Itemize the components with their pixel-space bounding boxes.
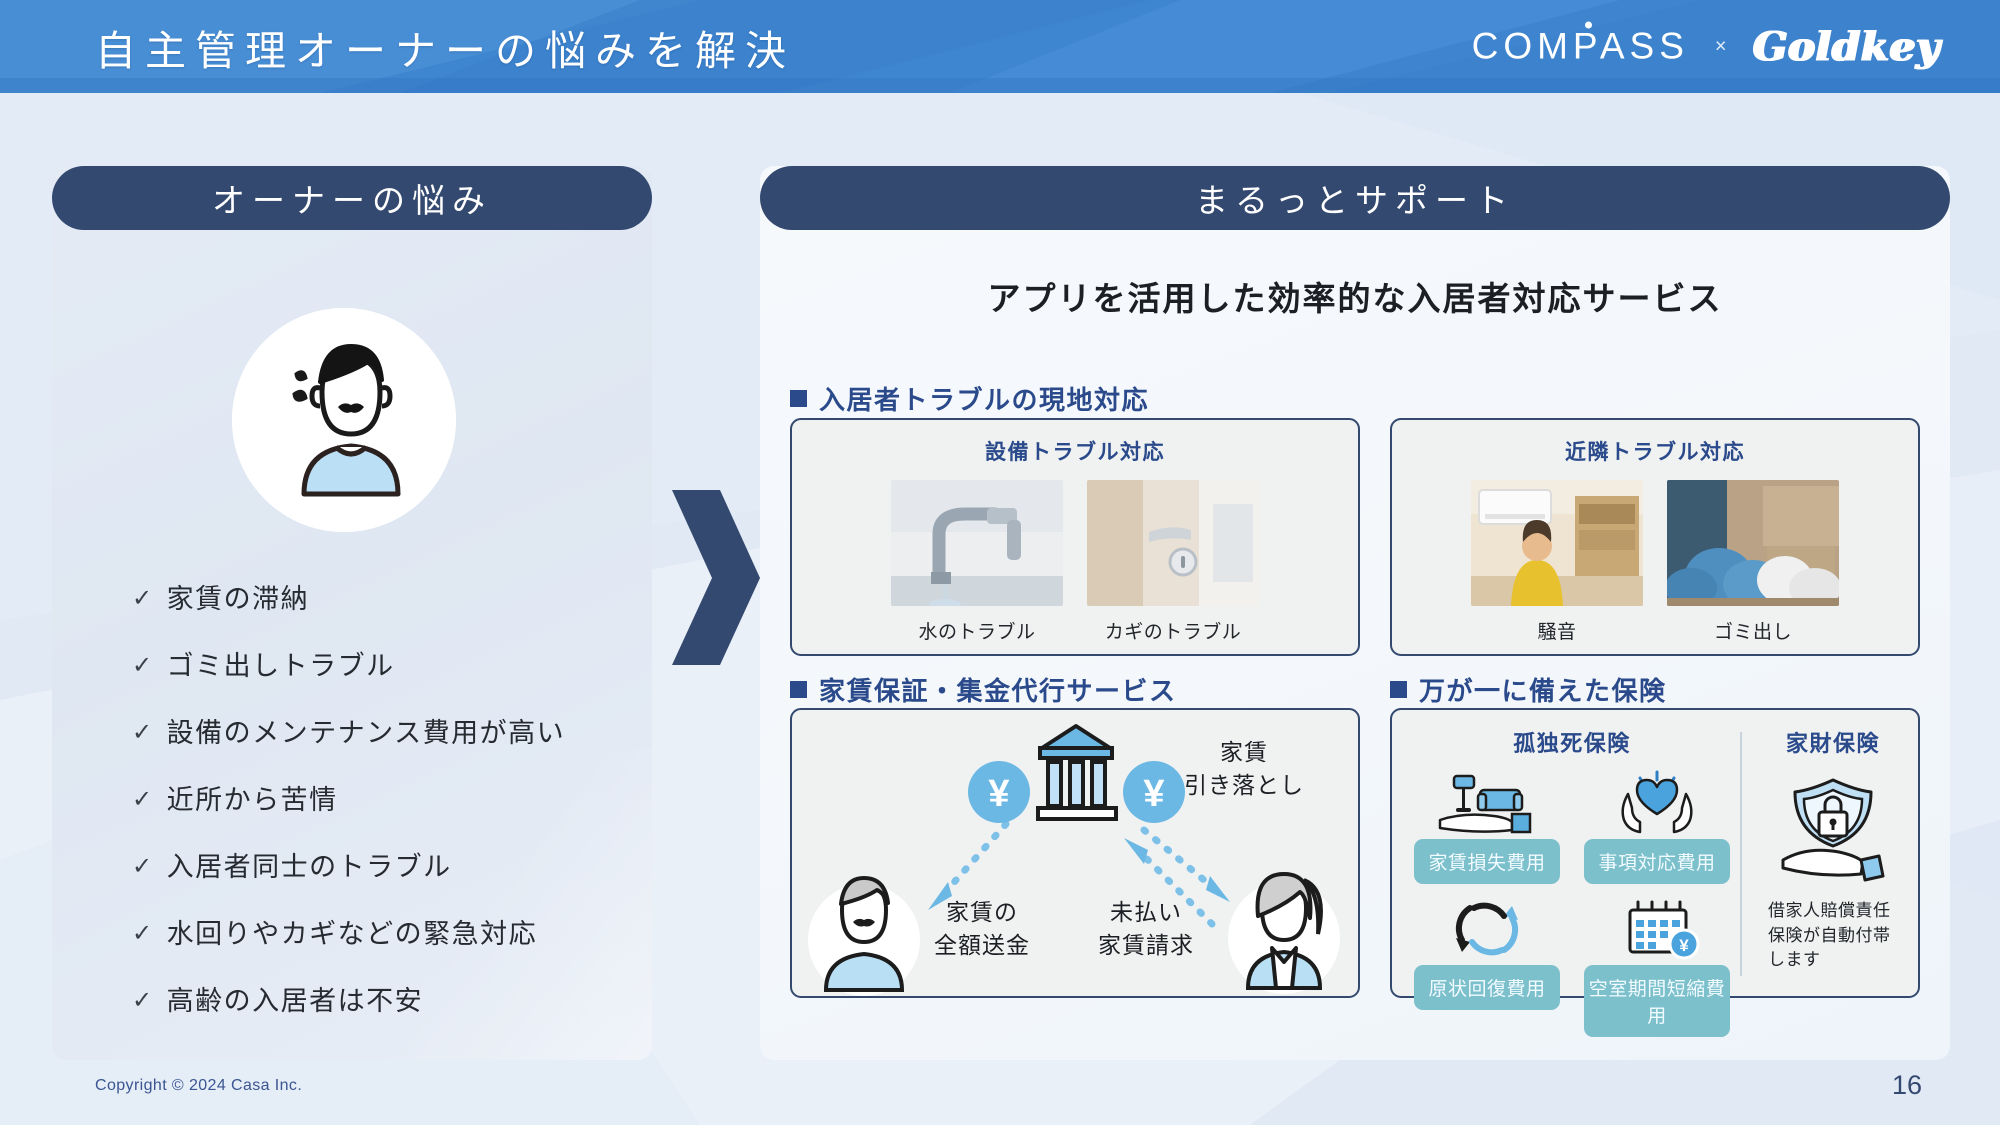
card-title: 設備トラブル対応 (985, 441, 1165, 464)
label-unpaid-rent-claim: 未払い 家賃請求 (1098, 899, 1194, 959)
insurance-column-divider (1740, 732, 1742, 976)
check-icon: ✓ (132, 652, 154, 680)
list-item-label: 入居者同士のトラブル (166, 852, 452, 883)
worried-owner-avatar (232, 308, 456, 532)
svg-text:¥: ¥ (1679, 936, 1689, 955)
label-full-remittance: 家賃の 全額送金 (934, 899, 1030, 959)
card-rent-guarantee-diagram: ¥ ¥ 家賃 引き落とし 家賃の 全額送金 未払い 家賃請求 (790, 708, 1360, 998)
list-item-label: 設備のメンテナンス費用が高い (166, 718, 566, 749)
list-item-label: 水回りやカギなどの緊急対応 (166, 919, 538, 950)
noise-photo (1471, 480, 1643, 606)
insurance-item: 家賃損失費用 (1414, 768, 1560, 884)
logo-separator-icon: × (1714, 35, 1727, 57)
owner-issues-list: ✓ 家賃の滞納 ✓ ゴミ出しトラブル ✓ 設備のメンテナンス費用が高い ✓ 近所… (132, 584, 602, 1017)
list-item-label: 高齢の入居者は不安 (166, 986, 424, 1017)
check-icon: ✓ (132, 853, 154, 881)
check-icon: ✓ (132, 786, 154, 814)
list-item-label: 家賃の滞納 (166, 584, 310, 614)
furniture-on-hand-icon (1438, 774, 1532, 834)
insurance-badge: 家賃損失費用 (1414, 839, 1560, 884)
square-bullet-icon (790, 390, 807, 407)
label-rent-withdrawal: 家賃 引き落とし (1184, 739, 1304, 799)
insurance-badge: 空室期間短縮費用 (1584, 965, 1730, 1037)
insurance-col-title: 家財保険 (1785, 731, 1880, 756)
list-item: ✓ 入居者同士のトラブル (132, 852, 602, 883)
insurance-badge: 事項対応費用 (1584, 839, 1730, 884)
square-bullet-icon (790, 681, 807, 698)
list-item: ✓ 水回りやカギなどの緊急対応 (132, 919, 602, 950)
check-icon: ✓ (132, 585, 154, 612)
compass-logo-dot (1584, 21, 1592, 29)
goldkey-logo: Goldkey (1752, 23, 1940, 70)
photo-caption: 騒音 (1537, 622, 1577, 643)
insurance-note: 借家人賠償責任 保険が自動付帯 します (1768, 901, 1891, 970)
svg-text:¥: ¥ (988, 773, 1009, 815)
faucet-photo (891, 480, 1063, 606)
check-icon: ✓ (132, 920, 154, 948)
compass-logo-text: COMPASS (1471, 25, 1689, 67)
photo-caption: 水のトラブル (918, 622, 1036, 643)
card-neighbor-trouble: 近隣トラブル対応 騒音 ゴミ出し (1390, 418, 1920, 656)
list-item: ✓ 近所から苦情 (132, 785, 602, 816)
bank-building-icon (1036, 724, 1118, 821)
owner-avatar-icon (808, 876, 920, 996)
insurance-col-title: 孤独死保険 (1513, 731, 1631, 756)
door-lock-photo (1087, 480, 1259, 606)
recycle-arrows-icon (1455, 902, 1519, 956)
insurance-col-lonely-death: 孤独死保険 家賃損失費用 事項対応費用 原状回復費用 ¥ 空室期間短縮費用 (1406, 726, 1738, 1037)
card-caption-row: 水のトラブル カギのトラブル (792, 617, 1358, 644)
section-header-label: 家賃保証・集金代行サービス (819, 676, 1177, 706)
tenant-avatar-icon (1228, 872, 1340, 994)
card-photo-row (792, 480, 1358, 606)
check-icon: ✓ (132, 719, 154, 747)
compass-logo: COMPASS (1471, 21, 1689, 68)
card-photo-row (1392, 480, 1918, 606)
check-icon: ✓ (132, 987, 154, 1015)
section-header-label: 入居者トラブルの現地対応 (819, 385, 1150, 415)
list-item: ✓ 設備のメンテナンス費用が高い (132, 718, 602, 749)
owner-issues-heading: オーナーの悩み (52, 166, 652, 230)
list-item: ✓ ゴミ出しトラブル (132, 651, 602, 682)
card-caption-row: 騒音 ゴミ出し (1392, 617, 1918, 644)
brand-logos: COMPASS × Goldkey (1471, 21, 1940, 70)
section-header-label: 万が一に備えた保険 (1419, 676, 1667, 706)
list-item: ✓ 高齢の入居者は不安 (132, 986, 602, 1017)
card-equipment-trouble: 設備トラブル対応 水のトラブル カギのトラブル (790, 418, 1360, 656)
card-title: 近隣トラブル対応 (1565, 441, 1745, 464)
shield-lock-on-hand-icon (1781, 778, 1885, 882)
insurance-badge: 原状回復費用 (1414, 965, 1560, 1010)
photo-caption: カギのトラブル (1104, 622, 1242, 643)
copyright-text: Copyright © 2024 Casa Inc. (95, 1077, 303, 1094)
insurance-col-property: 家財保険 借家人賠償責任 保険が自動付帯 します (1750, 726, 1916, 973)
heart-in-hands-icon (1621, 770, 1693, 834)
list-item-label: 近所から苦情 (166, 785, 338, 816)
insurance-item: 事項対応費用 (1584, 768, 1730, 884)
list-item-label: ゴミ出しトラブル (166, 651, 395, 682)
garbage-photo (1667, 480, 1839, 606)
square-bullet-icon (1390, 681, 1407, 698)
card-insurance: 孤独死保険 家賃損失費用 事項対応費用 原状回復費用 ¥ 空室期間短縮費用 家財… (1390, 708, 1920, 1037)
insurance-item: 原状回復費用 (1414, 898, 1560, 1037)
photo-caption: ゴミ出し (1713, 622, 1792, 643)
page-number: 16 (1891, 1070, 1922, 1100)
slide-header: 自主管理オーナーの悩みを解決 COMPASS × Goldkey (0, 0, 2000, 93)
svg-text:¥: ¥ (1143, 773, 1164, 815)
calendar-yen-icon: ¥ (1628, 900, 1700, 960)
transition-arrow-icon (672, 490, 762, 670)
section-header-insurance: 万が一に備えた保険 (1390, 671, 1667, 708)
insurance-item: ¥ 空室期間短縮費用 (1584, 898, 1730, 1037)
list-item: ✓ 家賃の滞納 (132, 584, 602, 615)
section-header-rent-guarantee: 家賃保証・集金代行サービス (790, 671, 1177, 708)
page-title: 自主管理オーナーの悩みを解決 (95, 27, 795, 74)
section-header-onsite-trouble: 入居者トラブルの現地対応 (790, 380, 1149, 417)
